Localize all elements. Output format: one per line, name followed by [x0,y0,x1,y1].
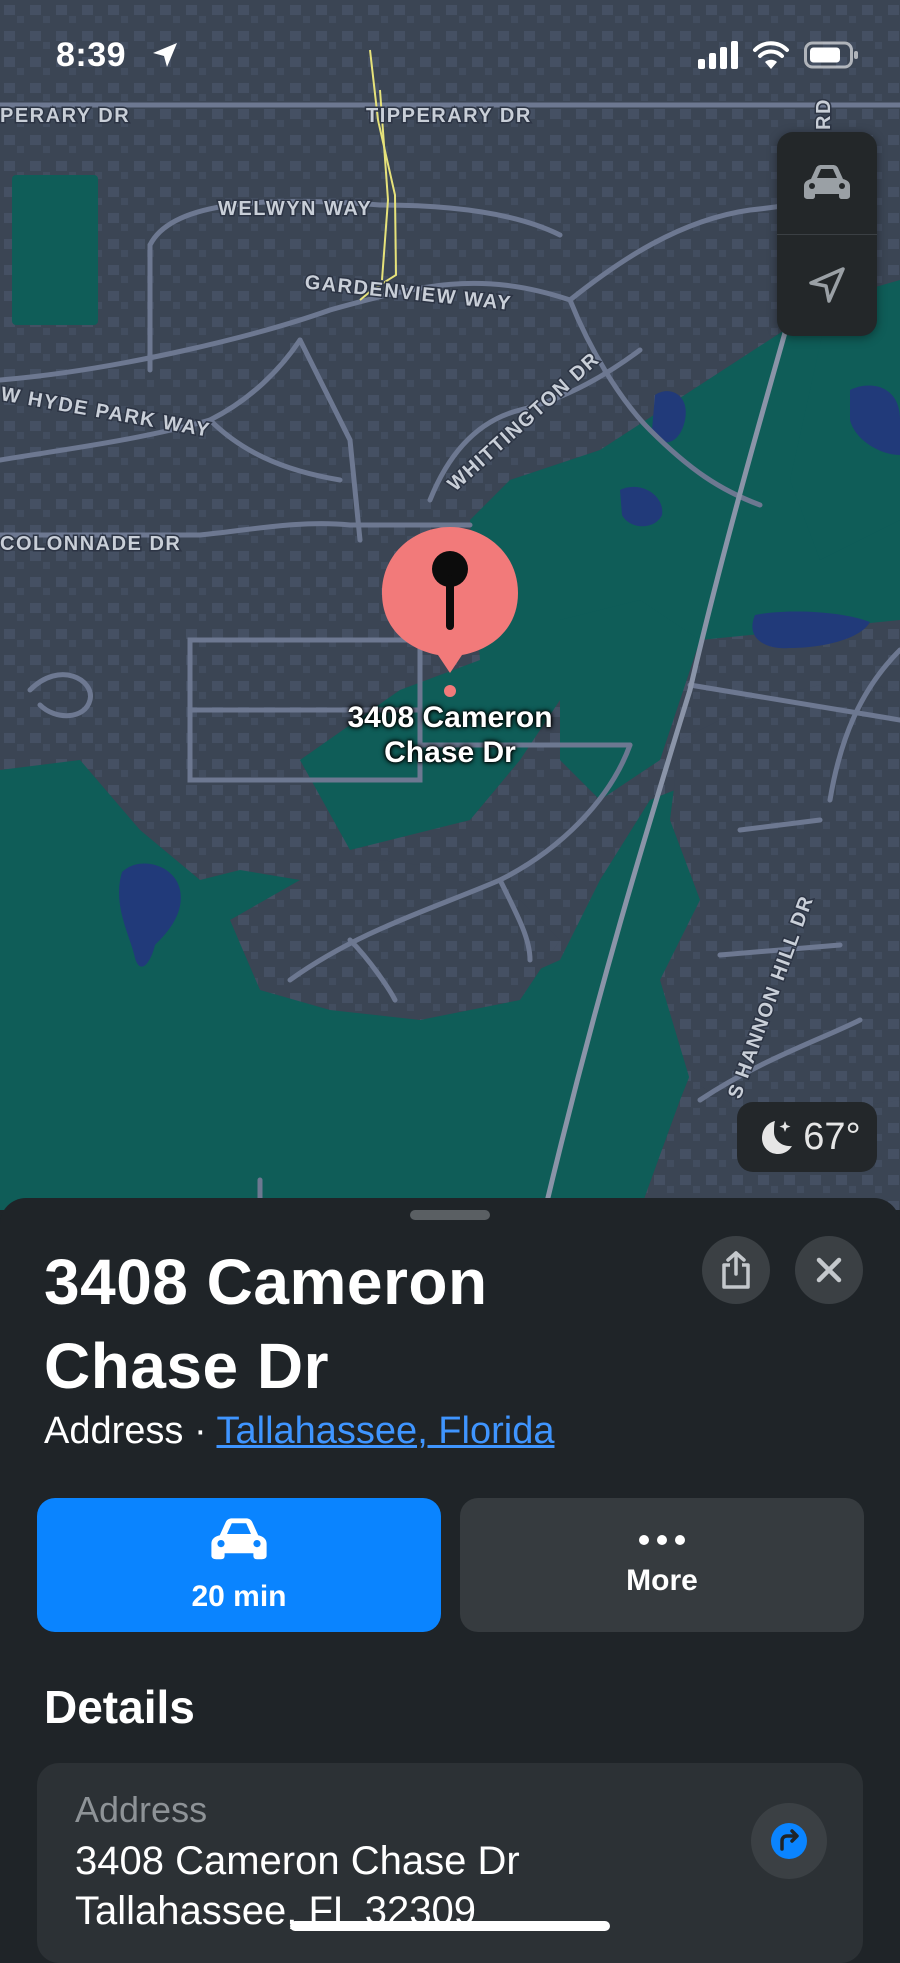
home-indicator[interactable] [290,1921,610,1931]
car-icon [211,1518,267,1560]
location-pin[interactable] [380,525,520,705]
details-heading: Details [44,1681,195,1733]
location-arrow-icon [809,267,845,303]
directions-arrow-icon [771,1823,807,1859]
weather-badge: 67° [737,1102,877,1172]
share-button[interactable] [702,1236,770,1304]
share-icon [722,1251,750,1289]
wifi-icon [753,41,789,69]
directions-label: 20 min [191,1580,287,1613]
street-label-welwyn: WELWYN WAY [218,198,372,220]
pin-label: 3408 Cameron Chase Dr [347,701,553,769]
location-link[interactable]: Tallahassee, Florida [217,1410,555,1452]
location-services-icon [153,43,177,67]
address-card-label: Address [75,1789,208,1830]
more-dots-icon [639,1535,685,1545]
status-bar: 8:39 [0,0,900,120]
moon-stars-icon [762,1121,793,1154]
address-card: Address 3408 Cameron Chase Dr Tallahasse… [37,1763,863,1963]
subtitle-separator: · [183,1410,217,1452]
battery-icon [804,41,858,69]
place-title: 3408 Cameron Chase Dr [44,1246,488,1402]
temperature-value: 67° [803,1115,861,1158]
directions-button[interactable]: 20 min [37,1498,441,1632]
car-icon [804,165,850,199]
map-mode-button[interactable] [777,132,877,235]
close-icon [816,1257,842,1283]
address-line-1[interactable]: 3408 Cameron Chase Dr [75,1839,520,1884]
sheet-grabber[interactable] [410,1210,490,1220]
status-time: 8:39 [56,36,127,74]
address-directions-button[interactable] [751,1803,827,1879]
track-location-button[interactable] [777,234,877,336]
map-controls [777,132,877,336]
map-view[interactable]: PERARY DR TIPPERARY DR WELWYN WAY GARDEN… [0,0,900,1210]
more-button[interactable]: More [460,1498,864,1632]
place-type: Address [44,1410,184,1452]
cellular-signal-icon [698,41,738,69]
close-button[interactable] [795,1236,863,1304]
street-label-colonnade: COLONNADE DR [0,533,181,555]
more-label: More [626,1564,698,1597]
place-subtitle: Address · Tallahassee, Florida [44,1410,554,1453]
place-card-sheet: 3408 Cameron Chase Dr Address · Tallahas… [0,1198,900,1963]
